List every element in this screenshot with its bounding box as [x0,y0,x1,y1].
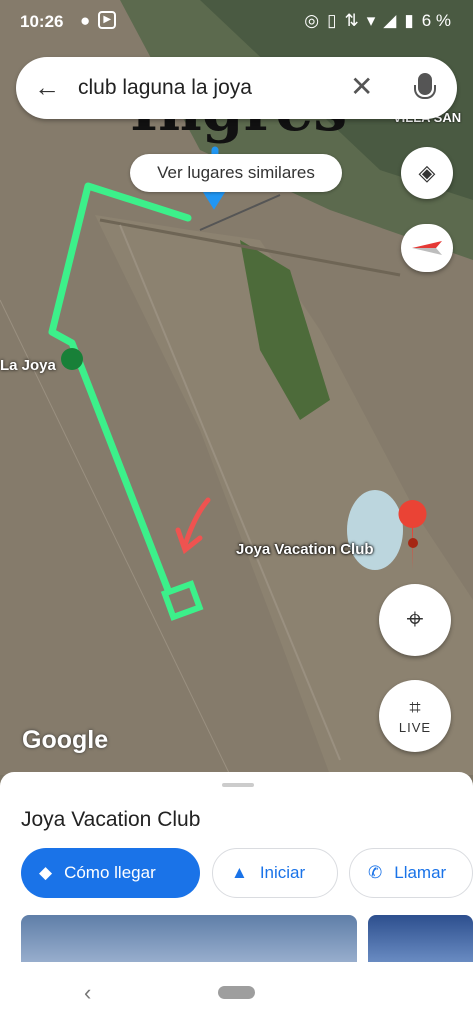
media-icon: ▶ [98,11,117,29]
place-photo[interactable] [21,915,357,965]
place-sheet[interactable]: Joya Vacation Club ◆ Cómo llegar ▲ Inici… [0,772,473,965]
system-nav-bar: ‹ [0,962,473,1024]
live-view-button[interactable]: ⌗ LIVE [379,680,451,752]
call-button[interactable]: ✆ Llamar [349,848,473,898]
my-location-button[interactable]: ⌖ [379,584,451,656]
map-view[interactable]: VILLA SAN La Joya Joya Vacation Club Ing… [0,0,473,775]
signal-icon: ◢ [383,11,397,30]
live-label: LIVE [398,720,432,735]
search-bar[interactable]: ← club laguna la joya ✕ [16,57,457,119]
phone-icon: ✆ [368,863,383,882]
directions-icon: ◆ [39,863,53,882]
vibrate-icon: ▯ [327,11,337,30]
notification-icons: ● ▶ [80,11,117,31]
place-title: Joya Vacation Club [21,808,201,831]
place-photo-2[interactable] [368,915,473,965]
google-logo: Google [22,726,109,754]
area-label-la-joya: La Joya [0,357,56,374]
home-pill[interactable] [218,986,255,999]
battery-icon: ▮ [404,11,414,30]
status-right: ◎ ▯ ⇅ ▾ ◢ ▮ 6 % [304,11,451,31]
compass-icon [412,241,442,255]
clear-icon[interactable]: ✕ [350,70,373,103]
wifi-icon: ▾ [366,11,376,30]
search-query[interactable]: club laguna la joya [78,76,252,100]
status-bar: 10:26 ● ▶ ◎ ▯ ⇅ ▾ ◢ ▮ 6 % [0,0,473,44]
location-icon: ◎ [304,11,320,30]
live-pin-icon: ⌗ [409,697,421,719]
start-label: Iniciar [259,863,306,882]
sheet-handle[interactable] [222,783,254,787]
call-label: Llamar [394,863,447,882]
data-icon: ⇅ [344,11,359,30]
compass-button[interactable] [401,224,453,272]
chat-icon: ● [80,11,91,30]
poi-label[interactable]: Joya Vacation Club [236,541,374,558]
system-back-icon[interactable]: ‹ [84,980,91,1006]
status-time: 10:26 [20,12,64,31]
start-button[interactable]: ▲ Iniciar [212,848,338,898]
similar-places-chip[interactable]: Ver lugares similares [130,154,342,192]
back-arrow-icon[interactable]: ← [34,72,60,103]
layers-icon: ◈ [418,160,436,185]
mic-icon[interactable] [414,73,436,99]
directions-label: Cómo llegar [64,863,156,882]
battery-percent: 6 % [421,11,451,30]
crosshair-icon: ⌖ [406,603,424,636]
navigation-arrow-icon: ▲ [231,863,248,882]
directions-button[interactable]: ◆ Cómo llegar [21,848,200,898]
layers-button[interactable]: ◈ [401,147,453,199]
